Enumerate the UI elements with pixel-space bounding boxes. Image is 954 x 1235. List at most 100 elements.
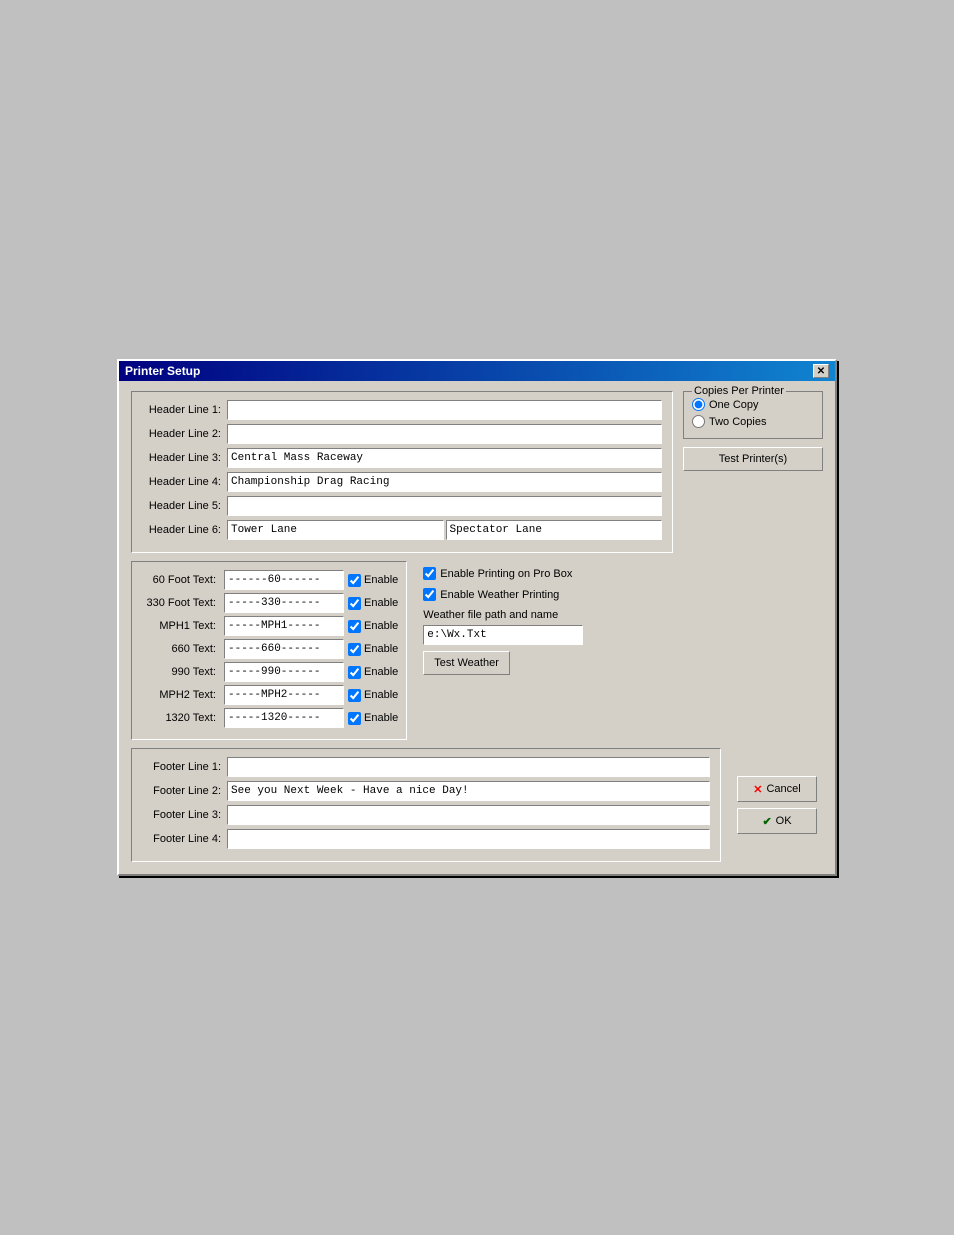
text-field-row-0: 60 Foot Text: Enable bbox=[140, 570, 398, 590]
one-copy-radio[interactable] bbox=[692, 398, 705, 411]
footer-line-4-label: Footer Line 4: bbox=[142, 833, 227, 845]
enable-pro-box-label: Enable Printing on Pro Box bbox=[440, 568, 572, 580]
text-input-3[interactable] bbox=[224, 639, 344, 659]
header-line-5-label: Header Line 5: bbox=[142, 500, 227, 512]
cancel-button[interactable]: ✕ Cancel bbox=[737, 776, 817, 802]
action-buttons: ✕ Cancel ✔ OK bbox=[731, 748, 823, 862]
enable-label-1: Enable bbox=[364, 597, 398, 609]
text-input-6[interactable] bbox=[224, 708, 344, 728]
footer-line-3-input[interactable] bbox=[227, 805, 710, 825]
text-field-row-4: 990 Text: Enable bbox=[140, 662, 398, 682]
header-line-2-label: Header Line 2: bbox=[142, 428, 227, 440]
ok-label: OK bbox=[776, 815, 792, 827]
enable-checkbox-4: Enable bbox=[348, 666, 398, 679]
enable-label-0: Enable bbox=[364, 574, 398, 586]
header-line-2-row: Header Line 2: bbox=[142, 424, 662, 444]
header-line-6-label: Header Line 6: bbox=[142, 524, 227, 536]
text-fields-panel: 60 Foot Text: Enable 330 Foot Text: Enab… bbox=[131, 561, 407, 740]
text-input-0[interactable] bbox=[224, 570, 344, 590]
text-field-row-3: 660 Text: Enable bbox=[140, 639, 398, 659]
header-line-1-row: Header Line 1: bbox=[142, 400, 662, 420]
enable-check-6[interactable] bbox=[348, 712, 361, 725]
enable-checkbox-3: Enable bbox=[348, 643, 398, 656]
text-label-4: 990 Text: bbox=[140, 666, 220, 678]
enable-check-5[interactable] bbox=[348, 689, 361, 702]
text-field-row-1: 330 Foot Text: Enable bbox=[140, 593, 398, 613]
enable-check-1[interactable] bbox=[348, 597, 361, 610]
title-bar: Printer Setup ✕ bbox=[119, 361, 835, 381]
right-panel: Enable Printing on Pro Box Enable Weathe… bbox=[417, 561, 823, 740]
text-field-row-2: MPH1 Text: Enable bbox=[140, 616, 398, 636]
text-field-row-6: 1320 Text: Enable bbox=[140, 708, 398, 728]
test-weather-button[interactable]: Test Weather bbox=[423, 651, 510, 675]
header-line-1-input[interactable] bbox=[227, 400, 662, 420]
footer-line-2-label: Footer Line 2: bbox=[142, 785, 227, 797]
enable-checkbox-1: Enable bbox=[348, 597, 398, 610]
weather-path-input[interactable] bbox=[423, 625, 583, 645]
enable-weather-label: Enable Weather Printing bbox=[440, 589, 559, 601]
text-input-5[interactable] bbox=[224, 685, 344, 705]
enable-checkbox-5: Enable bbox=[348, 689, 398, 702]
header-line-5-input[interactable] bbox=[227, 496, 662, 516]
enable-label-4: Enable bbox=[364, 666, 398, 678]
enable-check-0[interactable] bbox=[348, 574, 361, 587]
header-fields-panel: Header Line 1: Header Line 2: Header Lin… bbox=[131, 391, 673, 553]
enable-check-3[interactable] bbox=[348, 643, 361, 656]
header-line-6-row: Header Line 6: bbox=[142, 520, 662, 540]
text-field-row-5: MPH2 Text: Enable bbox=[140, 685, 398, 705]
enable-weather-checkbox[interactable] bbox=[423, 588, 436, 601]
footer-line-4-row: Footer Line 4: bbox=[142, 829, 710, 849]
header-line-4-input[interactable] bbox=[227, 472, 662, 492]
ok-button[interactable]: ✔ OK bbox=[737, 808, 817, 834]
enable-pro-box-checkbox[interactable] bbox=[423, 567, 436, 580]
text-label-5: MPH2 Text: bbox=[140, 689, 220, 701]
header-line-3-row: Header Line 3: bbox=[142, 448, 662, 468]
header-line-3-input[interactable] bbox=[227, 448, 662, 468]
header-line-3-label: Header Line 3: bbox=[142, 452, 227, 464]
footer-line-1-input[interactable] bbox=[227, 757, 710, 777]
header-line-1-label: Header Line 1: bbox=[142, 404, 227, 416]
copies-group: Copies Per Printer One Copy Two Copies bbox=[683, 391, 823, 439]
footer-line-2-row: Footer Line 2: bbox=[142, 781, 710, 801]
copies-panel: Copies Per Printer One Copy Two Copies T… bbox=[683, 391, 823, 561]
header-line-5-row: Header Line 5: bbox=[142, 496, 662, 516]
enable-check-2[interactable] bbox=[348, 620, 361, 633]
header-line-4-row: Header Line 4: bbox=[142, 472, 662, 492]
middle-section: 60 Foot Text: Enable 330 Foot Text: Enab… bbox=[131, 561, 823, 740]
header-line-6-input-1[interactable] bbox=[227, 520, 444, 540]
cancel-label: Cancel bbox=[766, 783, 800, 795]
dialog-title: Printer Setup bbox=[125, 364, 200, 378]
footer-line-4-input[interactable] bbox=[227, 829, 710, 849]
cancel-x-icon: ✕ bbox=[753, 783, 762, 796]
two-copies-label: Two Copies bbox=[709, 416, 766, 428]
text-label-1: 330 Foot Text: bbox=[140, 597, 220, 609]
enable-checkbox-6: Enable bbox=[348, 712, 398, 725]
enable-checkbox-2: Enable bbox=[348, 620, 398, 633]
header-line-4-label: Header Line 4: bbox=[142, 476, 227, 488]
two-copies-row: Two Copies bbox=[692, 415, 814, 428]
enable-label-3: Enable bbox=[364, 643, 398, 655]
text-label-0: 60 Foot Text: bbox=[140, 574, 220, 586]
footer-line-1-label: Footer Line 1: bbox=[142, 761, 227, 773]
one-copy-label: One Copy bbox=[709, 399, 759, 411]
two-copies-radio[interactable] bbox=[692, 415, 705, 428]
header-line-6-input-2[interactable] bbox=[446, 520, 663, 540]
copies-legend: Copies Per Printer bbox=[692, 385, 786, 397]
bottom-row: Footer Line 1: Footer Line 2: Footer Lin… bbox=[131, 748, 823, 862]
dialog-body: Header Line 1: Header Line 2: Header Lin… bbox=[119, 381, 835, 874]
text-input-2[interactable] bbox=[224, 616, 344, 636]
one-copy-row: One Copy bbox=[692, 398, 814, 411]
footer-line-1-row: Footer Line 1: bbox=[142, 757, 710, 777]
text-input-1[interactable] bbox=[224, 593, 344, 613]
footer-line-2-input[interactable] bbox=[227, 781, 710, 801]
footer-line-3-row: Footer Line 3: bbox=[142, 805, 710, 825]
text-label-6: 1320 Text: bbox=[140, 712, 220, 724]
enable-checkbox-0: Enable bbox=[348, 574, 398, 587]
close-button[interactable]: ✕ bbox=[813, 364, 829, 378]
header-line-2-input[interactable] bbox=[227, 424, 662, 444]
printer-setup-dialog: Printer Setup ✕ Header Line 1: Header Li… bbox=[117, 359, 837, 876]
enable-check-4[interactable] bbox=[348, 666, 361, 679]
weather-group: Enable Weather Printing Weather file pat… bbox=[423, 588, 817, 675]
text-input-4[interactable] bbox=[224, 662, 344, 682]
test-printer-button[interactable]: Test Printer(s) bbox=[683, 447, 823, 471]
